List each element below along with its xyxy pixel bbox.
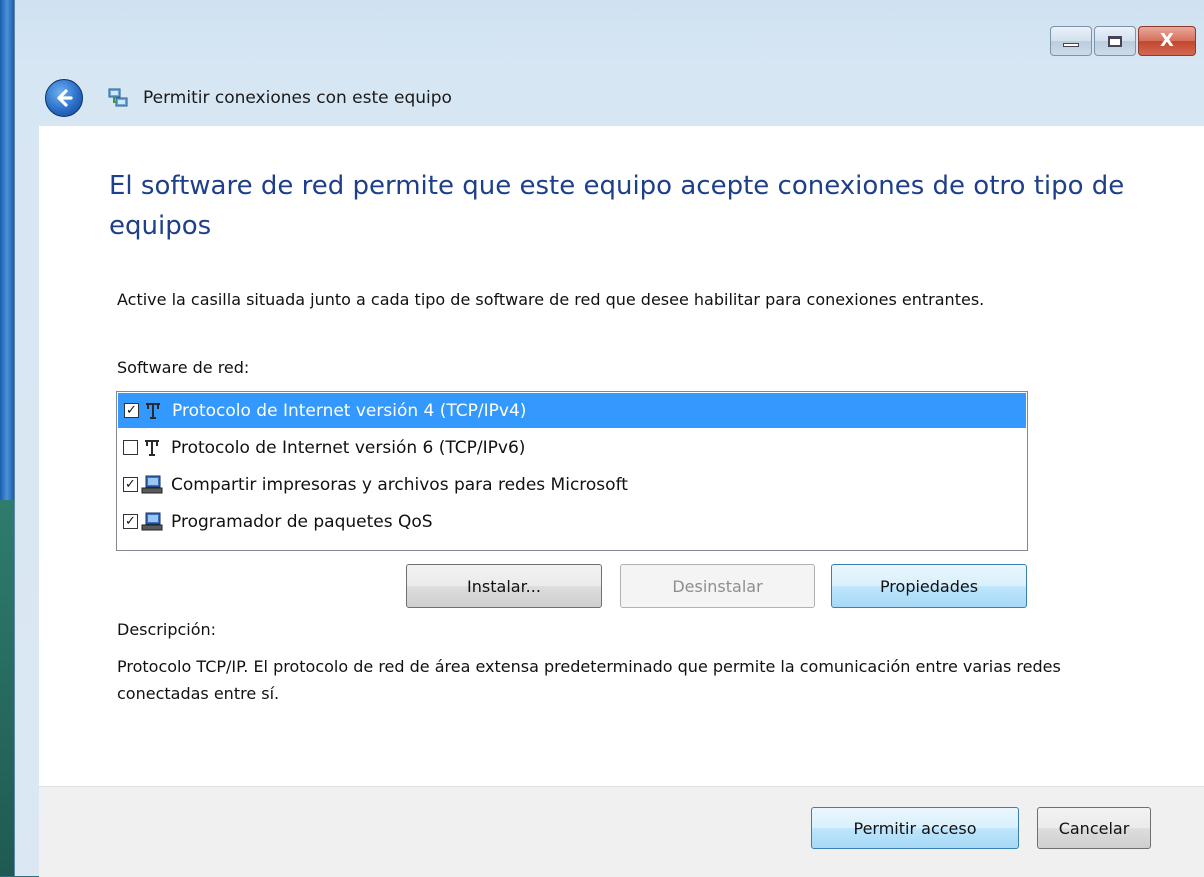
network-service-icon (141, 512, 163, 530)
list-item-label: Protocolo de Internet versión 4 (TCP/IPv… (172, 400, 527, 421)
caption-buttons: X (1050, 26, 1196, 59)
checkbox-file-printer-sharing[interactable]: ✓ (123, 477, 138, 492)
list-item-label: Protocolo de Internet versión 6 (TCP/IPv… (171, 437, 526, 458)
network-connection-icon (108, 88, 128, 107)
uninstall-button[interactable]: Desinstalar (620, 564, 815, 608)
minimize-icon (1063, 43, 1079, 47)
allow-access-button[interactable]: Permitir acceso (811, 807, 1019, 849)
back-button[interactable] (45, 79, 83, 117)
desktop-window-edge (0, 0, 14, 500)
list-item-tcpipv4[interactable]: ✓ Protocolo de Internet versión 4 (TCP/I… (118, 393, 1026, 428)
list-item-qos[interactable]: ✓ Programador de paquetes QoS (117, 503, 1027, 540)
protocol-icon (145, 439, 159, 456)
protocol-icon (146, 402, 160, 419)
back-arrow-icon (57, 89, 73, 107)
content-area: El software de red permite que este equi… (39, 126, 1204, 786)
page-title: Permitir conexiones con este equipo (143, 88, 452, 108)
dialog-window: X Permitir conexiones con este equipo El… (14, 0, 1204, 877)
navigation-bar: Permitir conexiones con este equipo (45, 78, 452, 118)
close-icon: X (1160, 30, 1174, 51)
minimize-button[interactable] (1050, 26, 1092, 56)
close-button[interactable]: X (1138, 26, 1196, 56)
checkbox-qos[interactable]: ✓ (123, 514, 138, 529)
install-button[interactable]: Instalar... (406, 564, 602, 608)
list-item-label: Compartir impresoras y archivos para red… (171, 474, 628, 495)
maximize-icon (1108, 35, 1122, 47)
software-list[interactable]: ✓ Protocolo de Internet versión 4 (TCP/I… (116, 391, 1028, 551)
properties-button[interactable]: Propiedades (831, 564, 1027, 608)
description-label: Descripción: (117, 620, 217, 639)
network-service-icon (141, 475, 163, 493)
description-text: Protocolo TCP/IP. El protocolo de red de… (117, 657, 1061, 703)
checkbox-tcpipv6[interactable] (123, 440, 138, 455)
instruction-text: Active la casilla situada junto a cada t… (117, 290, 985, 309)
maximize-button[interactable] (1094, 26, 1136, 56)
list-item-label: Programador de paquetes QoS (171, 511, 433, 532)
cancel-button[interactable]: Cancelar (1037, 807, 1151, 849)
desktop-background (0, 500, 14, 876)
footer-bar: Permitir acceso Cancelar (39, 786, 1204, 877)
checkbox-tcpipv4[interactable]: ✓ (124, 403, 139, 418)
main-heading: El software de red permite que este equi… (109, 171, 1125, 241)
list-item-tcpipv6[interactable]: Protocolo de Internet versión 6 (TCP/IPv… (117, 429, 1027, 466)
software-list-label: Software de red: (117, 358, 250, 377)
list-item-file-printer-sharing[interactable]: ✓ Compartir impresoras y archivos para r… (117, 466, 1027, 503)
